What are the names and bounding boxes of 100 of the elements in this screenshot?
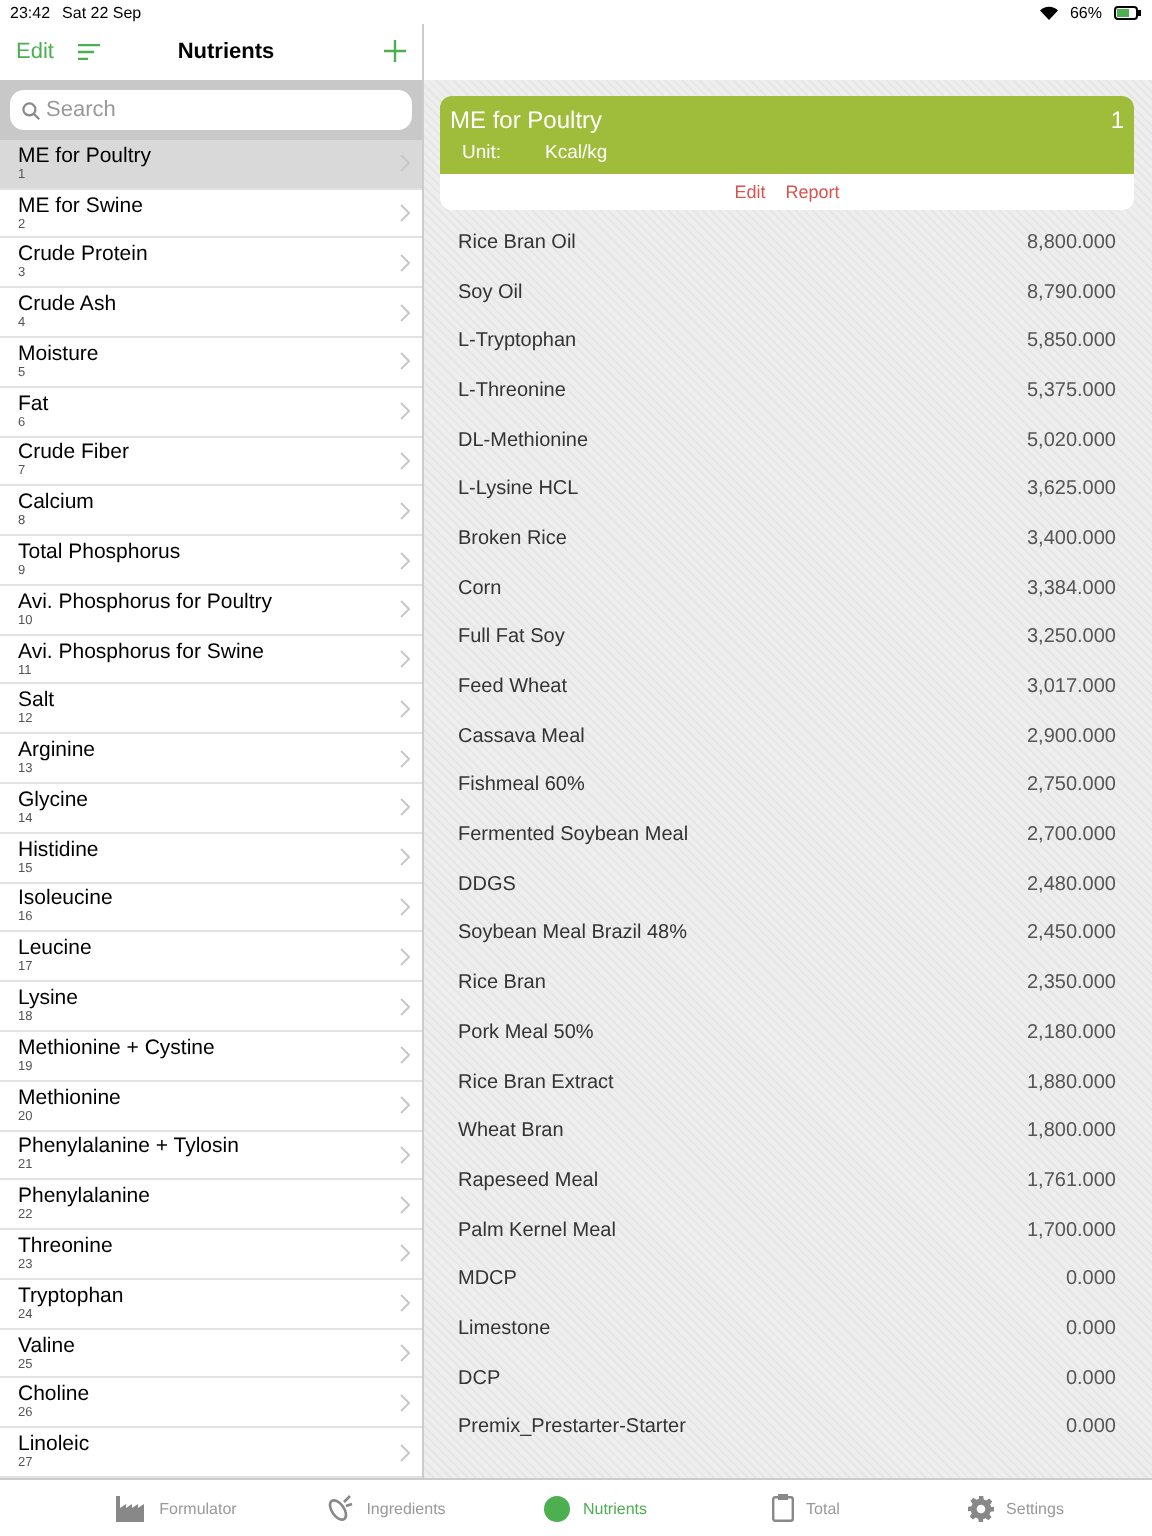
action-link[interactable]: Edit <box>734 182 766 202</box>
ingredient-name: Cassava Meal <box>458 725 585 748</box>
ingredient-name: Rice Bran Oil <box>458 231 576 254</box>
status-time: 23:42 <box>10 3 51 21</box>
ingredient-name: Fishmeal 60% <box>458 774 585 797</box>
nutrient-name: ME for Poultry <box>18 143 154 168</box>
ingredient-name: L-Lysine HCL <box>458 478 579 501</box>
nutrient-name: Avi. Phosphorus for Swine <box>18 639 266 664</box>
ingredient-value: 5,020.000 <box>1027 429 1116 452</box>
unit-value: Kcal/kg <box>545 142 608 164</box>
chevron-icon <box>400 1096 410 1115</box>
ingredient-value: 1,700.000 <box>1027 1219 1116 1242</box>
nutrient-name: ME for Swine <box>18 193 145 218</box>
ingredient-value: 2,750.000 <box>1027 774 1116 797</box>
ingredient-value: 1,800.000 <box>1027 1120 1116 1143</box>
nutrient-name: Tryptophan <box>18 1283 126 1308</box>
ingredient-value: 1,761.000 <box>1027 1169 1116 1192</box>
card-title: ME for Poultry <box>450 106 603 134</box>
ingredient-name: MDCP <box>458 1268 517 1291</box>
settings-icon <box>968 1495 995 1521</box>
nutrient-name: Methionine + Cystine <box>18 1035 217 1060</box>
chevron-icon <box>400 1145 410 1164</box>
add-icon[interactable] <box>384 40 406 63</box>
ingredient-name: Rice Bran <box>458 972 546 995</box>
chevron-icon <box>400 1244 410 1263</box>
chevron-icon <box>400 352 410 371</box>
chevron-icon <box>400 600 410 619</box>
nutrient-name: Calcium <box>18 490 96 515</box>
ingredient-name: Corn <box>458 577 502 600</box>
ingredient-value: 3,384.000 <box>1027 577 1116 600</box>
chevron-icon <box>400 749 410 768</box>
ingredient-value: 0.000 <box>1065 1317 1116 1340</box>
nutrient-name: Isoleucine <box>18 886 115 911</box>
chevron-icon <box>400 897 410 916</box>
nutrient-name: Phenylalanine <box>18 1184 152 1209</box>
ingredient-value: 0.000 <box>1065 1268 1116 1291</box>
ingredient-value: 2,450.000 <box>1027 922 1116 945</box>
chevron-icon <box>400 551 410 570</box>
ingredient-name: DCP <box>458 1367 501 1390</box>
nutrient-name: Glycine <box>18 787 91 812</box>
ingredient-value: 8,790.000 <box>1027 281 1116 304</box>
ingredient-name: Premix_Prestarter-Starter <box>458 1416 686 1439</box>
ingredient-value: 0.000 <box>1065 1416 1116 1439</box>
ingredient-name: L-Threonine <box>458 379 566 402</box>
ingredient-value: 2,700.000 <box>1027 824 1116 847</box>
card-number: 1 <box>1110 106 1124 134</box>
nutrient-name: Methionine <box>18 1085 123 1110</box>
nutrient-name: Arginine <box>18 738 98 763</box>
ingredient-name: Broken Rice <box>458 527 567 550</box>
ingredient-value: 3,400.000 <box>1027 527 1116 550</box>
battery-percent: 66% <box>1069 3 1102 21</box>
ingredient-name: Soybean Meal Brazil 48% <box>458 922 688 945</box>
chevron-icon <box>400 253 410 272</box>
chevron-icon <box>400 451 410 470</box>
chevron-icon <box>400 798 410 817</box>
ingredient-value: 2,180.000 <box>1027 1021 1116 1044</box>
ingredient-name: Fermented Soybean Meal <box>458 824 689 847</box>
ingredient-value: 2,900.000 <box>1027 725 1116 748</box>
nutrient-name: Crude Protein <box>18 242 150 267</box>
ingredient-name: Full Fat Soy <box>458 626 565 649</box>
ingredient-value: 5,375.000 <box>1027 379 1116 402</box>
ingredient-name: L-Tryptophan <box>458 330 577 353</box>
nutrient-name: Lysine <box>18 986 80 1011</box>
status-date: Sat 22 Sep <box>62 3 142 21</box>
ingredient-value: 3,017.000 <box>1027 676 1116 699</box>
nutrient-name: Fat <box>18 391 51 416</box>
chevron-icon <box>400 650 410 669</box>
chevron-icon <box>400 204 410 223</box>
ingredient-value: 3,250.000 <box>1027 626 1116 649</box>
nutrient-name: Moisture <box>18 341 101 366</box>
nutrient-name: Threonine <box>18 1233 115 1258</box>
chevron-icon <box>400 1195 410 1214</box>
battery-icon <box>1114 5 1142 19</box>
unit-label: Unit: <box>462 142 502 164</box>
corn-icon <box>326 1494 355 1522</box>
chevron-icon <box>400 402 410 421</box>
nutrient-name: Phenylalanine + Tylosin <box>18 1134 241 1159</box>
ingredient-name: Wheat Bran <box>458 1120 564 1143</box>
nutrient-name: Choline <box>18 1382 92 1407</box>
nutrient-name: Avi. Phosphorus for Poultry <box>18 589 275 614</box>
nutrient-name: Total Phosphorus <box>18 540 183 565</box>
sort-icon[interactable] <box>77 43 100 60</box>
ingredient-name: Palm Kernel Meal <box>458 1219 616 1242</box>
action-link[interactable]: Report <box>785 182 840 202</box>
chevron-icon <box>400 1344 410 1363</box>
ingredient-value: 5,850.000 <box>1027 330 1116 353</box>
chevron-icon <box>400 699 410 718</box>
chevron-icon <box>400 1393 410 1412</box>
search-field[interactable]: Search <box>10 89 412 130</box>
nutrient-name: Salt <box>18 688 57 713</box>
ingredient-name: Limestone <box>458 1317 551 1340</box>
chevron-icon <box>400 303 410 322</box>
chevron-icon <box>400 1046 410 1065</box>
nutrient-name: Linoleic <box>18 1432 92 1457</box>
ingredient-name: Rice Bran Extract <box>458 1071 614 1094</box>
ingredient-value: 8,800.000 <box>1027 231 1116 254</box>
chevron-icon <box>400 947 410 966</box>
nutrient-name: Crude Fiber <box>18 440 131 465</box>
clipboard-icon <box>772 1494 795 1522</box>
ingredient-name: Feed Wheat <box>458 676 567 699</box>
